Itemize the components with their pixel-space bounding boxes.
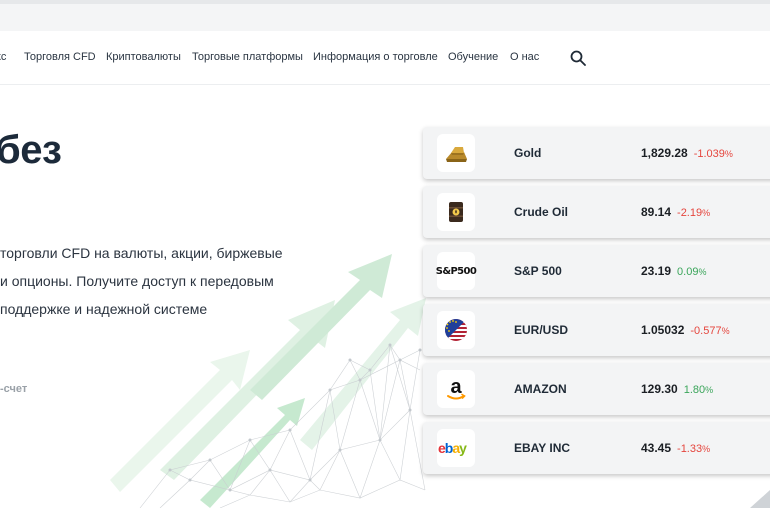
quote-card-eur-usd[interactable]: EUR/USD 1.05032 -0.577% <box>423 304 770 356</box>
quote-card-amazon[interactable]: a AMAZON 129.30 1.80% <box>423 363 770 415</box>
price-value: 1.05032 <box>641 323 685 337</box>
change-value: -0.577 <box>690 325 722 337</box>
ebay-logo-text: ebay <box>438 440 467 456</box>
quote-price: 43.45 -1.33% <box>641 441 710 455</box>
sp500-logo: S&P500 <box>435 252 477 290</box>
percent-sign: % <box>698 267 707 277</box>
quote-name: Crude Oil <box>514 205 569 219</box>
hero-description-line: поддержке и надежной системе <box>0 301 208 317</box>
change-value: -1.039 <box>693 148 725 160</box>
hero-description-line: и опционы. Получите доступ к передовым <box>0 273 274 289</box>
browser-top-strip <box>0 0 770 31</box>
price-value: 129.30 <box>641 382 678 396</box>
ebay-logo: ebay <box>437 429 475 467</box>
eur-usd-flag-icon <box>437 311 475 349</box>
quote-name: AMAZON <box>514 382 567 396</box>
percent-sign: % <box>702 208 711 218</box>
price-value: 89.14 <box>641 205 672 219</box>
hero-description: торговли CFD на валюты, акции, биржевые … <box>0 239 330 323</box>
percent-sign: % <box>724 149 733 159</box>
quote-name: EBAY INC <box>514 441 571 455</box>
percent-sign: % <box>702 444 711 454</box>
amazon-logo-letter: a <box>450 376 462 398</box>
top-divider <box>0 0 770 4</box>
quote-change: -2.19% <box>677 207 710 219</box>
quote-change: 0.09% <box>677 266 706 278</box>
quote-card-ebay[interactable]: ebay EBAY INC 43.45 -1.33% <box>423 422 770 474</box>
price-value: 43.45 <box>641 441 672 455</box>
main-navbar: кс Торговля CFD Криптовалюты Торговые пл… <box>0 31 770 85</box>
nav-item-partial[interactable]: кс <box>0 51 6 63</box>
quote-price: 1.05032 -0.577% <box>641 323 730 337</box>
quote-price: 129.30 1.80% <box>641 382 713 396</box>
hero-title: без <box>0 128 62 172</box>
search-icon[interactable] <box>570 50 586 66</box>
nav-item-cfd-trading[interactable]: Торговля CFD <box>24 51 96 63</box>
corner-decoration <box>750 490 770 508</box>
nav-item-about[interactable]: О нас <box>510 51 539 63</box>
oil-barrel-icon <box>437 193 475 231</box>
quote-change: -1.039% <box>694 148 733 160</box>
quote-card-gold[interactable]: Gold 1,829.28 -1.039% <box>423 127 770 179</box>
quote-card-crude-oil[interactable]: Crude Oil 89.14 -2.19% <box>423 186 770 238</box>
change-value: -2.19 <box>677 207 703 219</box>
hero-description-line: торговли CFD на валюты, акции, биржевые <box>0 245 283 261</box>
nav-item-platforms[interactable]: Торговые платформы <box>192 51 303 63</box>
quote-card-sp500[interactable]: S&P500 S&P 500 23.19 0.09% <box>423 245 770 297</box>
quote-change: 1.80% <box>684 384 713 396</box>
percent-sign: % <box>705 385 714 395</box>
sp500-logo-text: S&P500 <box>435 265 477 277</box>
quote-price: 1,829.28 -1.039% <box>641 146 733 160</box>
price-value: 23.19 <box>641 264 672 278</box>
quote-change: -1.33% <box>677 443 710 455</box>
nav-item-education[interactable]: Обучение <box>448 51 498 63</box>
change-value: 0.09 <box>677 266 699 278</box>
amazon-logo: a <box>437 370 475 408</box>
quote-price: 89.14 -2.19% <box>641 205 710 219</box>
quote-name: Gold <box>514 146 542 160</box>
demo-account-link[interactable]: -счет <box>0 383 27 395</box>
change-value: 1.80 <box>683 384 706 396</box>
nav-item-crypto[interactable]: Криптовалюты <box>106 51 181 63</box>
nav-item-trading-info[interactable]: Информация о торговле <box>313 51 438 63</box>
price-value: 1,829.28 <box>641 146 688 160</box>
percent-sign: % <box>721 326 730 336</box>
quote-name: EUR/USD <box>514 323 569 337</box>
change-value: -1.33 <box>677 443 703 455</box>
quote-change: -0.577% <box>690 325 729 337</box>
quote-price: 23.19 0.09% <box>641 264 706 278</box>
gold-bars-icon <box>437 134 475 172</box>
quote-name: S&P 500 <box>514 264 562 278</box>
